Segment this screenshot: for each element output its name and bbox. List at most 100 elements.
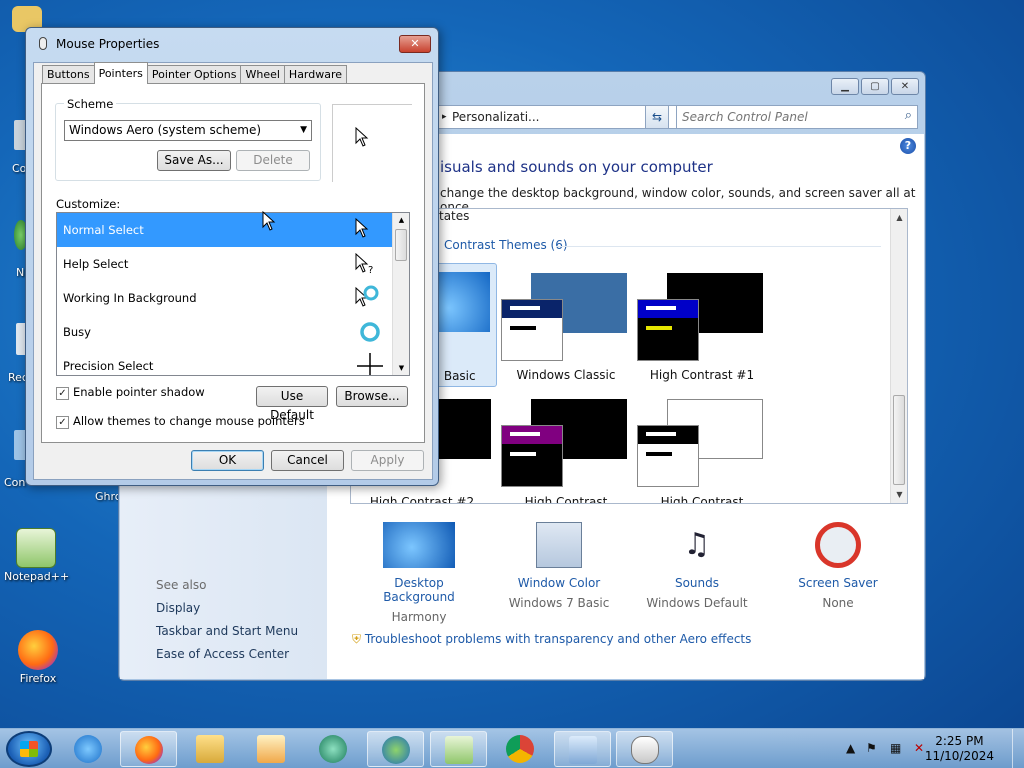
show-hidden-icons-icon[interactable]: ▲ [846,741,855,755]
theme-high-contrast-black[interactable]: High Contrast Black [501,399,631,504]
chrome-icon [506,735,534,763]
allow-themes-checkbox[interactable]: ✓ [56,416,69,429]
shield-icon: ⛨ [352,632,362,646]
help-icon[interactable]: ? [900,138,916,154]
theme-scrollbar[interactable]: ▲ ▼ [890,209,907,503]
desktop-icon-firefox[interactable]: Firefox [6,630,70,685]
scroll-up-icon[interactable]: ▲ [891,209,907,226]
chevron-down-icon: ▼ [300,125,307,135]
theme-windows7-basic[interactable]: 7 Basic [432,263,497,387]
close-button[interactable]: ✕ [399,35,431,53]
sounds-icon: ♫ [683,527,711,562]
mouse-properties-dialog: Mouse Properties ✕ Buttons Pointers Poin… [25,27,439,486]
firefox-icon [135,736,163,764]
taskbar-download-manager[interactable] [367,731,424,767]
start-button[interactable] [6,731,52,767]
sounds-item[interactable]: ♫ Sounds Windows Default [637,522,757,610]
taskbar-control-panel[interactable] [554,731,611,767]
dialog-title: Mouse Properties [56,37,160,51]
action-center-flag-icon[interactable]: ⚑ [866,741,877,755]
pointer-list-scrollbar[interactable]: ▲ ▼ [392,213,409,375]
scroll-thumb[interactable] [395,229,407,261]
tab-wheel[interactable]: Wheel [240,65,285,84]
firefox-icon [18,630,58,670]
delete-button[interactable]: Delete [236,150,310,171]
tab-strip: Buttons Pointers Pointer Options Wheel H… [42,62,348,84]
pointer-row-precision-select[interactable]: Precision Select [57,349,393,375]
tab-pointer-options[interactable]: Pointer Options [146,65,242,84]
pinball-icon [319,735,347,763]
desktop-icon-notepadpp[interactable]: Notepad++ [4,528,69,583]
cancel-button[interactable]: Cancel [271,450,344,471]
taskbar-firefox[interactable] [120,731,177,767]
pointers-tab-page: Scheme Windows Aero (system scheme) ▼ Sa… [41,83,425,443]
scheme-select[interactable]: Windows Aero (system scheme) ▼ [64,120,312,141]
window-color-icon [536,522,582,568]
pointer-label: Help Select [63,257,129,271]
show-desktop-button[interactable] [1012,729,1024,768]
see-also-label: See also [156,578,207,592]
mouse-icon [631,736,659,764]
close-button[interactable]: ✕ [891,78,919,95]
window-color-value: Windows 7 Basic [508,596,610,610]
pointer-row-help-select[interactable]: Help Select ? [57,247,393,281]
use-default-button[interactable]: Use Default [256,386,328,422]
screen-saver-item[interactable]: Screen Saver None [778,522,898,610]
desktop-icon-network-label[interactable]: N [16,266,24,279]
tab-buttons[interactable]: Buttons [42,65,95,84]
search-box: ⌕ [676,105,918,129]
taskbar-media-player[interactable] [243,731,300,767]
link-ease-of-access[interactable]: Ease of Access Center [156,647,289,661]
theme-windows-classic[interactable]: Windows Classic [501,263,631,387]
taskbar-pinball[interactable] [305,731,362,767]
desktop-icon-controlpanel-label[interactable]: Con [4,476,25,489]
pointer-label: Normal Select [63,223,144,237]
clock-time: 2:25 PM [935,734,984,748]
link-taskbar[interactable]: Taskbar and Start Menu [156,624,298,638]
pointer-row-working-background[interactable]: Working In Background [57,281,393,315]
taskbar-ie[interactable] [60,731,117,767]
pointer-row-busy[interactable]: Busy [57,315,393,349]
theme-label: High Contrast Black [524,495,608,504]
notepadpp-icon [16,528,56,568]
scroll-down-icon[interactable]: ▼ [891,486,907,503]
minimize-button[interactable]: ▁ [831,78,859,95]
browse-button[interactable]: Browse... [336,386,408,407]
search-icon[interactable]: ⌕ [905,108,912,123]
network-tray-icon[interactable]: ▦ [890,741,901,755]
ie-icon [74,735,102,763]
tab-pointers[interactable]: Pointers [93,62,148,84]
maximize-button[interactable]: ▢ [861,78,889,95]
tab-hardware[interactable]: Hardware [283,65,348,84]
ok-button[interactable]: OK [191,450,264,471]
scroll-thumb[interactable] [893,395,905,485]
scroll-up-icon[interactable]: ▲ [393,213,409,227]
desktop-background-item[interactable]: Desktop Background Harmony [359,522,479,624]
scheme-label: Scheme [64,97,117,111]
volume-muted-icon[interactable]: ✕ [914,741,924,755]
window-color-item[interactable]: Window Color Windows 7 Basic [499,522,619,610]
sounds-value: Windows Default [646,596,748,610]
taskbar-chrome[interactable] [492,731,549,767]
pointer-label: Working In Background [63,291,197,305]
taskbar-explorer[interactable] [182,731,239,767]
search-input[interactable] [682,108,892,125]
apply-button[interactable]: Apply [351,450,424,471]
save-as-button[interactable]: Save As... [157,150,231,171]
mouse-cursor-icon [262,210,276,234]
taskbar-mouse-properties[interactable] [616,731,673,767]
desktop-background-title: Desktop Background [383,576,455,604]
theme-high-contrast-white[interactable]: High Contrast White [637,399,767,503]
troubleshoot-link[interactable]: ⛨ Troubleshoot problems with transparenc… [352,632,751,647]
refresh-button[interactable]: ⇆ [645,105,669,129]
desktop-icon-label: Firefox [19,672,57,685]
pointer-row-normal-select[interactable]: Normal Select [57,213,393,247]
link-display[interactable]: Display [156,601,200,615]
sounds-title: Sounds [674,576,720,590]
scroll-down-icon[interactable]: ▼ [393,361,409,375]
taskbar-notepadpp[interactable] [430,731,487,767]
normal-select-cursor-icon [355,217,369,251]
theme-high-contrast-1[interactable]: High Contrast #1 [637,263,767,387]
enable-shadow-checkbox[interactable]: ✓ [56,387,69,400]
clock[interactable]: 2:25 PM 11/10/2024 [925,734,994,764]
